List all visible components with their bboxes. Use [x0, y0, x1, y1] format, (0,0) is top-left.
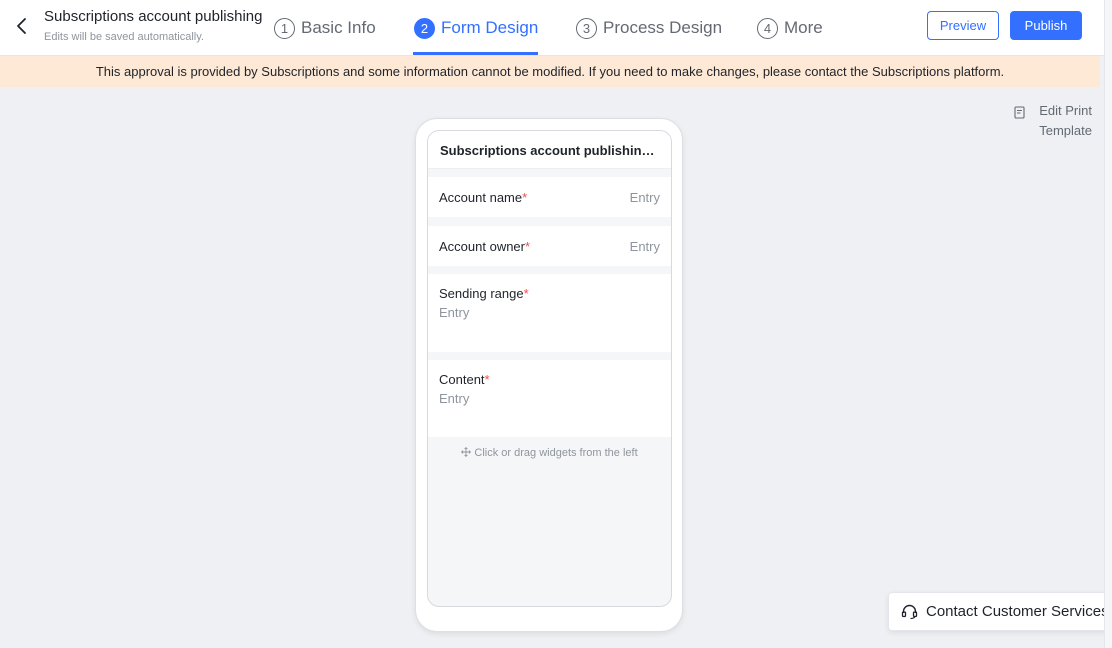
- step-process-design[interactable]: 3 Process Design: [576, 14, 722, 42]
- required-mark: *: [525, 238, 531, 254]
- contact-label: Contact Customer Services: [926, 603, 1109, 620]
- field-account-owner[interactable]: Account owner* Entry: [428, 226, 671, 266]
- required-mark: *: [523, 286, 529, 301]
- edit-print-template-link[interactable]: Edit Print Template: [1012, 101, 1092, 141]
- field-placeholder: Entry: [629, 189, 660, 205]
- print-template-label: Edit Print Template: [1039, 103, 1092, 138]
- top-bar: Subscriptions account publishing Edits w…: [0, 0, 1104, 56]
- step-form-design[interactable]: 2 Form Design: [414, 14, 538, 42]
- field-placeholder: Entry: [629, 238, 660, 254]
- step-number: 4: [757, 17, 778, 39]
- print-template-icon: [1014, 105, 1025, 119]
- autosave-note: Edits will be saved automatically.: [44, 31, 204, 43]
- page-title: Subscriptions account publishing: [44, 8, 263, 25]
- step-label: Basic Info: [301, 18, 376, 37]
- contact-customer-services-button[interactable]: Contact Customer Services: [888, 592, 1112, 631]
- headset-icon: [901, 604, 918, 620]
- notice-banner: This approval is provided by Subscriptio…: [0, 56, 1100, 87]
- field-content[interactable]: Content* Entry: [428, 360, 671, 437]
- publish-button[interactable]: Publish: [1010, 11, 1082, 40]
- field-placeholder: Entry: [439, 305, 470, 320]
- step-label: Form Design: [441, 18, 539, 37]
- active-step-underline: [413, 52, 538, 55]
- preview-button[interactable]: Preview: [927, 11, 999, 40]
- step-basic-info[interactable]: 1 Basic Info: [274, 14, 376, 42]
- field-sending-range[interactable]: Sending range* Entry: [428, 274, 671, 352]
- step-label: More: [784, 18, 823, 37]
- required-mark: *: [522, 189, 528, 205]
- field-label: Account name: [439, 189, 523, 205]
- widget-drop-hint[interactable]: Click or drag widgets from the left: [428, 447, 671, 459]
- form-canvas: Subscriptions account publishing applica…: [427, 130, 672, 607]
- step-number: 2: [414, 17, 435, 39]
- move-icon: [461, 447, 474, 459]
- scrollbar[interactable]: [1104, 0, 1112, 648]
- step-number: 3: [576, 17, 597, 39]
- field-placeholder: Entry: [439, 391, 470, 406]
- step-more[interactable]: 4 More: [757, 14, 823, 42]
- field-label: Content: [439, 372, 485, 387]
- title-block: Subscriptions account publishing Edits w…: [44, 7, 266, 44]
- field-label: Account owner: [439, 238, 525, 254]
- required-mark: *: [484, 372, 490, 387]
- step-number: 1: [274, 17, 295, 39]
- step-label: Process Design: [603, 18, 723, 37]
- field-account-name[interactable]: Account name* Entry: [428, 177, 671, 217]
- field-label: Sending range: [439, 286, 524, 301]
- back-arrow-icon[interactable]: [12, 14, 32, 38]
- phone-preview: Subscriptions account publishing applica…: [415, 118, 683, 632]
- drop-hint-text: Click or drag widgets from the left: [474, 447, 638, 459]
- form-title: Subscriptions account publishing applica…: [428, 131, 671, 169]
